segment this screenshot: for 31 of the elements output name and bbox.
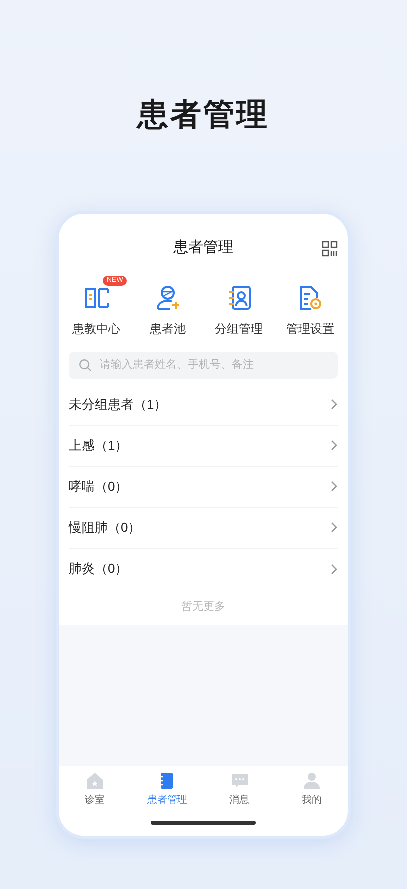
headline: 患者管理 — [138, 96, 270, 134]
group-row[interactable]: 哮喘（0） — [69, 466, 338, 508]
group-row[interactable]: 肺炎（0） — [69, 548, 338, 590]
group-row[interactable]: 未分组患者（1） — [69, 384, 338, 426]
group-name: 慢阻肺（0） — [69, 518, 142, 537]
feature-button[interactable]: 患者池 — [132, 276, 204, 338]
group-name: 上感（1） — [69, 436, 128, 455]
tab-bar-item[interactable]: 患者管理 — [131, 772, 204, 810]
no-more-text: 暂无更多 — [182, 600, 226, 615]
feature-button[interactable]: 管理设置 — [274, 276, 346, 338]
group-name: 肺炎（0） — [69, 560, 128, 578]
group-name: 未分组患者（1） — [69, 396, 168, 414]
group-row[interactable]: 慢阻肺（0） — [69, 508, 338, 548]
chat-icon — [230, 772, 249, 790]
feature-button[interactable]: 分组管理 — [204, 276, 275, 338]
tab-bar-item[interactable]: 诊室 — [59, 772, 132, 810]
qr-code-icon[interactable] — [322, 240, 338, 256]
screen-title: 患者管理 — [174, 238, 234, 258]
person-icon — [302, 772, 321, 790]
chevron-right-icon — [331, 399, 338, 410]
search-icon — [79, 358, 92, 372]
tab-bar-item[interactable]: 消息 — [204, 772, 276, 810]
chevron-right-icon — [331, 481, 338, 492]
chevron-right-icon — [331, 440, 338, 451]
chevron-right-icon — [331, 564, 338, 574]
chevron-right-icon — [331, 522, 338, 533]
group-name: 哮喘（0） — [69, 478, 128, 496]
group-row[interactable]: 上感（1） — [69, 426, 338, 466]
search-field[interactable]: 请输入患者姓名、手机号、备注 — [69, 352, 338, 378]
home-icon — [86, 772, 104, 790]
tab-bar-item[interactable]: 我的 — [276, 772, 348, 810]
